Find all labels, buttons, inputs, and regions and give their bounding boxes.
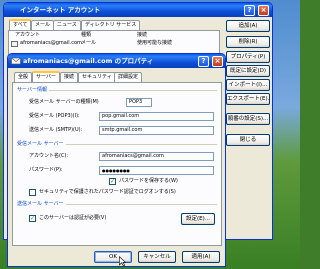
tab-news[interactable]: ニュース: [53, 20, 81, 30]
column-connection[interactable]: 接続: [137, 32, 147, 39]
tab-advanced[interactable]: 詳細設定: [114, 72, 143, 82]
settings-button[interactable]: 設定(E)...: [181, 213, 215, 225]
account-name-input[interactable]: afromaniacs@gmail.com: [99, 152, 214, 161]
incoming-server-label: 受信メール (POP3)(I):: [29, 113, 80, 119]
incoming-server-heading: 受信メール サーバー: [17, 141, 66, 148]
mail-icon: [11, 57, 21, 65]
close-title-button[interactable]: ×: [258, 5, 269, 16]
set-order-button[interactable]: 順番の設定(S)...: [226, 113, 270, 125]
remember-password-label: パスワードを保存する(W): [119, 178, 178, 184]
row-type: メール: [81, 40, 97, 46]
tab-directory[interactable]: ディレクトリ サービス: [81, 20, 141, 30]
spa-checkbox[interactable]: [29, 189, 36, 196]
requires-auth-label: このサーバーは認証が必要(V): [39, 215, 107, 221]
close-button[interactable]: 閉じる: [226, 134, 270, 146]
dialog-close-button[interactable]: ×: [212, 56, 223, 67]
outgoing-server-heading: 送信メール サーバー: [17, 201, 66, 208]
outgoing-server-label: 送信メール (SMTP)(U):: [29, 127, 83, 133]
table-row[interactable]: afromaniacs@gmail.com メール 使用可能な接続: [11, 40, 217, 48]
row-account: afromaniacs@gmail.com: [20, 40, 82, 46]
properties-button[interactable]: プロパティ(P): [226, 51, 270, 63]
account-name-label: アカウント名(C):: [29, 153, 69, 159]
remove-button[interactable]: 削除(R): [226, 36, 270, 48]
password-label: パスワード(P):: [29, 167, 63, 173]
apply-button[interactable]: 適用(A): [182, 251, 220, 263]
properties-dialog: afromaniacs@gmail.com のプロパティ ? × 全般 サーバー…: [7, 53, 226, 267]
tab-servers[interactable]: サーバー: [32, 71, 60, 82]
server-info-heading: サーバー情報: [17, 87, 49, 94]
tab-all[interactable]: すべて: [9, 19, 32, 30]
ok-button[interactable]: OK: [94, 251, 132, 263]
tab-connection[interactable]: 接続: [60, 72, 79, 82]
dialog-help-button[interactable]: ?: [198, 56, 209, 67]
spa-label: セキュリティで保護されたパスワード認証でログオンする(S): [39, 189, 176, 195]
servers-panel: サーバー情報 受信メール サーバーの種類(M) POP3 受信メール (POP3…: [12, 82, 222, 246]
incoming-type-label: 受信メール サーバーの種類(M): [29, 99, 99, 105]
export-button[interactable]: エクスポート(E)...: [226, 93, 270, 105]
outgoing-server-input[interactable]: smtp.gmail.com: [99, 126, 214, 135]
remember-password-checkbox[interactable]: ✓: [109, 178, 116, 185]
incoming-type-field: POP3: [126, 98, 152, 107]
row-connection: 使用可能な接続: [137, 40, 173, 46]
password-input[interactable]: ●●●●●●●●: [99, 166, 214, 175]
cancel-button[interactable]: キャンセル: [138, 251, 176, 263]
column-account[interactable]: アカウント: [15, 32, 40, 39]
tab-security[interactable]: セキュリティ: [78, 72, 116, 82]
internet-accounts-titlebar[interactable]: インターネット アカウント ? ×: [4, 3, 272, 17]
mail-account-icon: [11, 41, 18, 47]
requires-auth-checkbox[interactable]: ✓: [29, 215, 36, 222]
column-type[interactable]: 種類: [81, 32, 91, 39]
window-title: インターネット アカウント: [20, 6, 101, 14]
properties-titlebar[interactable]: afromaniacs@gmail.com のプロパティ ? ×: [8, 54, 225, 68]
tab-mail[interactable]: メール: [31, 20, 55, 30]
set-default-button[interactable]: 既定に設定(D): [226, 65, 270, 77]
incoming-server-input[interactable]: pop.gmail.com: [99, 112, 214, 121]
dialog-title: afromaniacs@gmail.com のプロパティ: [23, 57, 154, 65]
help-title-button[interactable]: ?: [244, 5, 255, 16]
mouse-cursor-icon: [119, 256, 126, 267]
tab-general[interactable]: 全般: [14, 72, 33, 82]
add-button[interactable]: 追加(A): [226, 20, 270, 32]
import-button[interactable]: インポート(I)...: [226, 79, 270, 91]
